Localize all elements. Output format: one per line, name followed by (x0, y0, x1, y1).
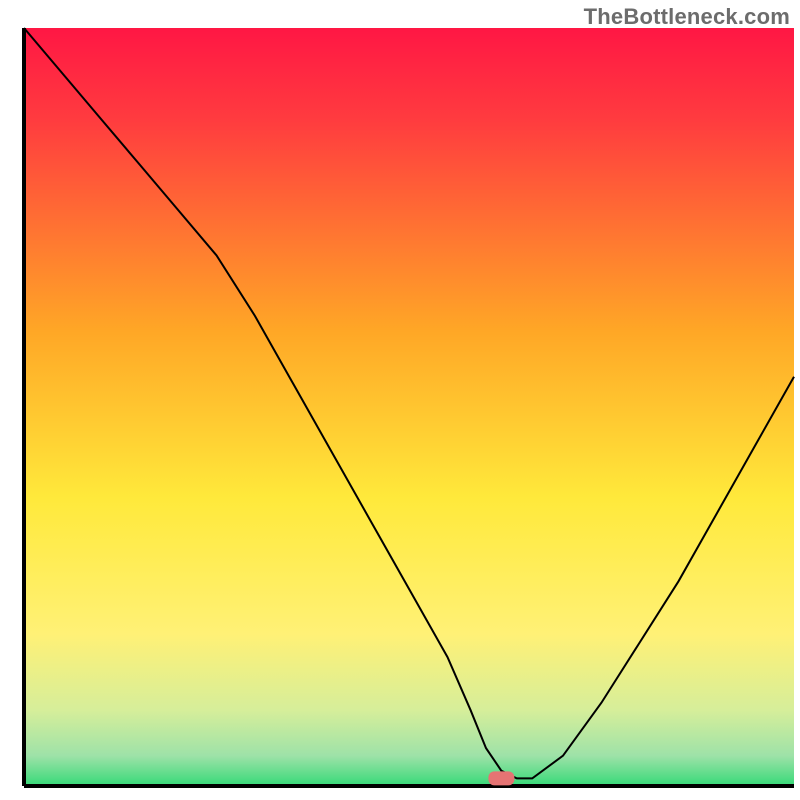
plot-background (24, 28, 794, 786)
chart-svg (0, 0, 800, 800)
watermark-text: TheBottleneck.com (584, 4, 790, 30)
optimal-marker (488, 771, 514, 785)
bottleneck-chart: TheBottleneck.com (0, 0, 800, 800)
